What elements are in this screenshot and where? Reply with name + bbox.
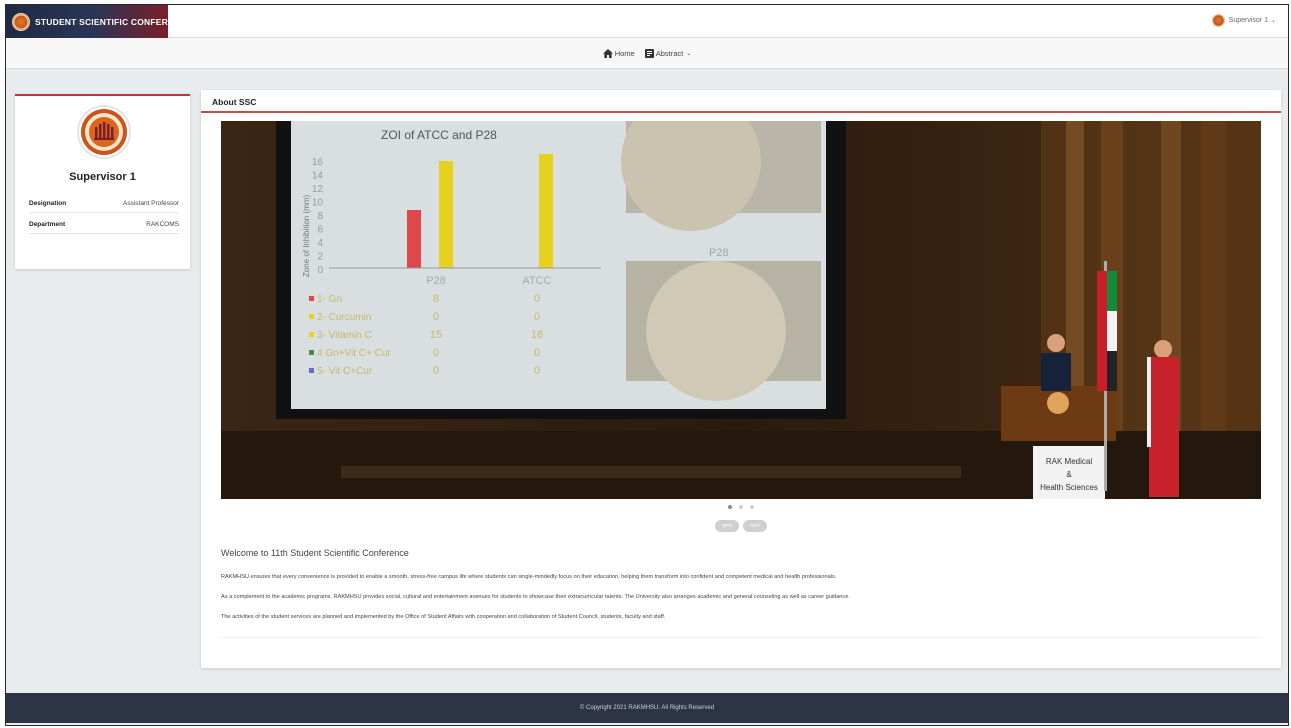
nav-abstract[interactable]: Abstract ⌄ bbox=[644, 48, 692, 58]
carousel-dot[interactable] bbox=[750, 505, 754, 509]
profile-row-department: Department RAKCOMS bbox=[29, 221, 179, 234]
user-menu[interactable]: Supervisor 1 ⌄ bbox=[1211, 14, 1276, 27]
profile-row-designation: Designation Assistant Professor bbox=[29, 200, 179, 213]
carousel-next-button[interactable]: next bbox=[743, 520, 767, 532]
slide-chart-ylabel: Zone of Inhibition (mm) bbox=[302, 195, 311, 278]
slide-table-cell: 1- Gn bbox=[317, 294, 342, 305]
page-title: About SSC bbox=[201, 90, 1281, 113]
slide-table-cell: P28 bbox=[426, 275, 446, 287]
slide-legend-swatch bbox=[309, 368, 314, 373]
profile-row-value: Assistant Professor bbox=[123, 200, 179, 207]
university-seal bbox=[77, 105, 131, 159]
slide-table-cell: 0 bbox=[534, 347, 540, 359]
chevron-down-icon: ⌄ bbox=[1270, 18, 1276, 24]
app-window: STUDENT SCIENTIFIC CONFERENCE Supervisor… bbox=[5, 4, 1289, 726]
slide-ytick-label: 8 bbox=[317, 211, 323, 222]
slide-legend-swatch bbox=[309, 350, 314, 355]
nav-abstract-label: Abstract bbox=[655, 48, 684, 58]
carousel-prev-button[interactable]: prev bbox=[715, 520, 740, 532]
chevron-down-icon: ⌄ bbox=[686, 50, 692, 57]
slide-table-cell: 3- Vitamin C bbox=[317, 330, 372, 341]
brand-title: STUDENT SCIENTIFIC CONFERENCE bbox=[35, 16, 193, 27]
slide-table-cell: 4 Gn+Vit C+ Cur bbox=[317, 348, 391, 359]
profile-row-value: RAKCOMS bbox=[146, 221, 179, 228]
profile-card: Supervisor 1 Designation Assistant Profe… bbox=[15, 94, 190, 269]
copyright-text: © Copyright 2021 RAKMHSU. All Rights Res… bbox=[579, 705, 715, 711]
slide-ytick-label: 6 bbox=[317, 225, 323, 236]
slide-table-cell: 15 bbox=[430, 329, 442, 341]
carousel-indicators bbox=[201, 505, 1281, 509]
slide-ytick-label: 16 bbox=[312, 157, 324, 168]
carousel-dot[interactable] bbox=[728, 505, 732, 509]
about-paragraph: As a complement to the academic programs… bbox=[221, 594, 850, 600]
slide-ytick-label: 0 bbox=[317, 265, 323, 276]
slide-ytick-label: 14 bbox=[312, 171, 324, 182]
slide-table-cell: ATCC bbox=[522, 275, 551, 287]
top-bar: STUDENT SCIENTIFIC CONFERENCE Supervisor… bbox=[6, 5, 1288, 38]
about-card: About SSC ZOI of ATCC and P28 Zone of In… bbox=[201, 90, 1281, 668]
slide-bar-p28-gn bbox=[407, 210, 421, 268]
slide-table-cell: 0 bbox=[433, 347, 439, 359]
welcome-heading: Welcome to 11th Student Scientific Confe… bbox=[221, 548, 409, 558]
slide-table-cell: 0 bbox=[534, 365, 540, 377]
slide-table-cell: 2- Curcumin bbox=[317, 312, 371, 323]
slide-ytick-label: 10 bbox=[312, 198, 324, 209]
image-carousel[interactable]: ZOI of ATCC and P28 Zone of Inhibition (… bbox=[221, 121, 1261, 499]
about-paragraph: RAKMHSU ensures that every convenience i… bbox=[221, 574, 837, 580]
slide-table-cell: 0 bbox=[534, 311, 540, 323]
document-icon bbox=[644, 48, 654, 58]
slide-bar-p28-vitc bbox=[439, 161, 453, 268]
slide-table-cell: 0 bbox=[534, 293, 540, 305]
slide-ytick-label: 2 bbox=[317, 252, 323, 263]
about-paragraph: The activities of the student services a… bbox=[221, 614, 666, 620]
podium-sign-line: & bbox=[1066, 470, 1072, 479]
brand[interactable]: STUDENT SCIENTIFIC CONFERENCE bbox=[6, 5, 192, 38]
slide-chart-title: ZOI of ATCC and P28 bbox=[381, 128, 497, 142]
carousel-controls: prev next bbox=[201, 520, 1281, 532]
main-nav: Home Abstract ⌄ bbox=[6, 38, 1288, 69]
nav-home[interactable]: Home bbox=[602, 48, 635, 58]
slide-ytick-label: 12 bbox=[312, 184, 324, 195]
slide-table-cell: 0 bbox=[433, 365, 439, 377]
nav-home-label: Home bbox=[614, 48, 635, 58]
slide-table-cell: 5- Vit C+Cur bbox=[317, 366, 373, 377]
podium-sign-line: Health Sciences bbox=[1040, 483, 1098, 492]
carousel-slide-image: ZOI of ATCC and P28 Zone of Inhibition (… bbox=[221, 121, 1261, 499]
slide-legend-swatch bbox=[309, 332, 314, 337]
slide-legend-swatch bbox=[309, 296, 314, 301]
profile-name: Supervisor 1 bbox=[69, 171, 136, 183]
slide-table-cell: 8 bbox=[433, 293, 439, 305]
slide-table-cell: 0 bbox=[433, 311, 439, 323]
slide-legend-swatch bbox=[309, 314, 314, 319]
slide-ytick-label: 4 bbox=[317, 238, 323, 249]
brand-logo-icon bbox=[12, 12, 30, 31]
home-icon bbox=[602, 48, 613, 58]
user-name: Supervisor 1 bbox=[1228, 17, 1268, 24]
avatar bbox=[1211, 14, 1225, 27]
podium-sign-line: RAK Medical bbox=[1046, 457, 1092, 466]
carousel-dot[interactable] bbox=[739, 505, 743, 509]
profile-row-key: Designation bbox=[29, 200, 67, 207]
footer: © Copyright 2021 RAKMHSU. All Rights Res… bbox=[6, 693, 1288, 723]
slide-plate-label: P28 bbox=[709, 247, 729, 259]
slide-bar-atcc-vitc bbox=[539, 154, 553, 268]
divider bbox=[221, 637, 1261, 638]
slide-table-cell: 16 bbox=[531, 329, 543, 341]
profile-row-key: Department bbox=[29, 221, 66, 228]
university-seal-icon bbox=[81, 109, 127, 155]
